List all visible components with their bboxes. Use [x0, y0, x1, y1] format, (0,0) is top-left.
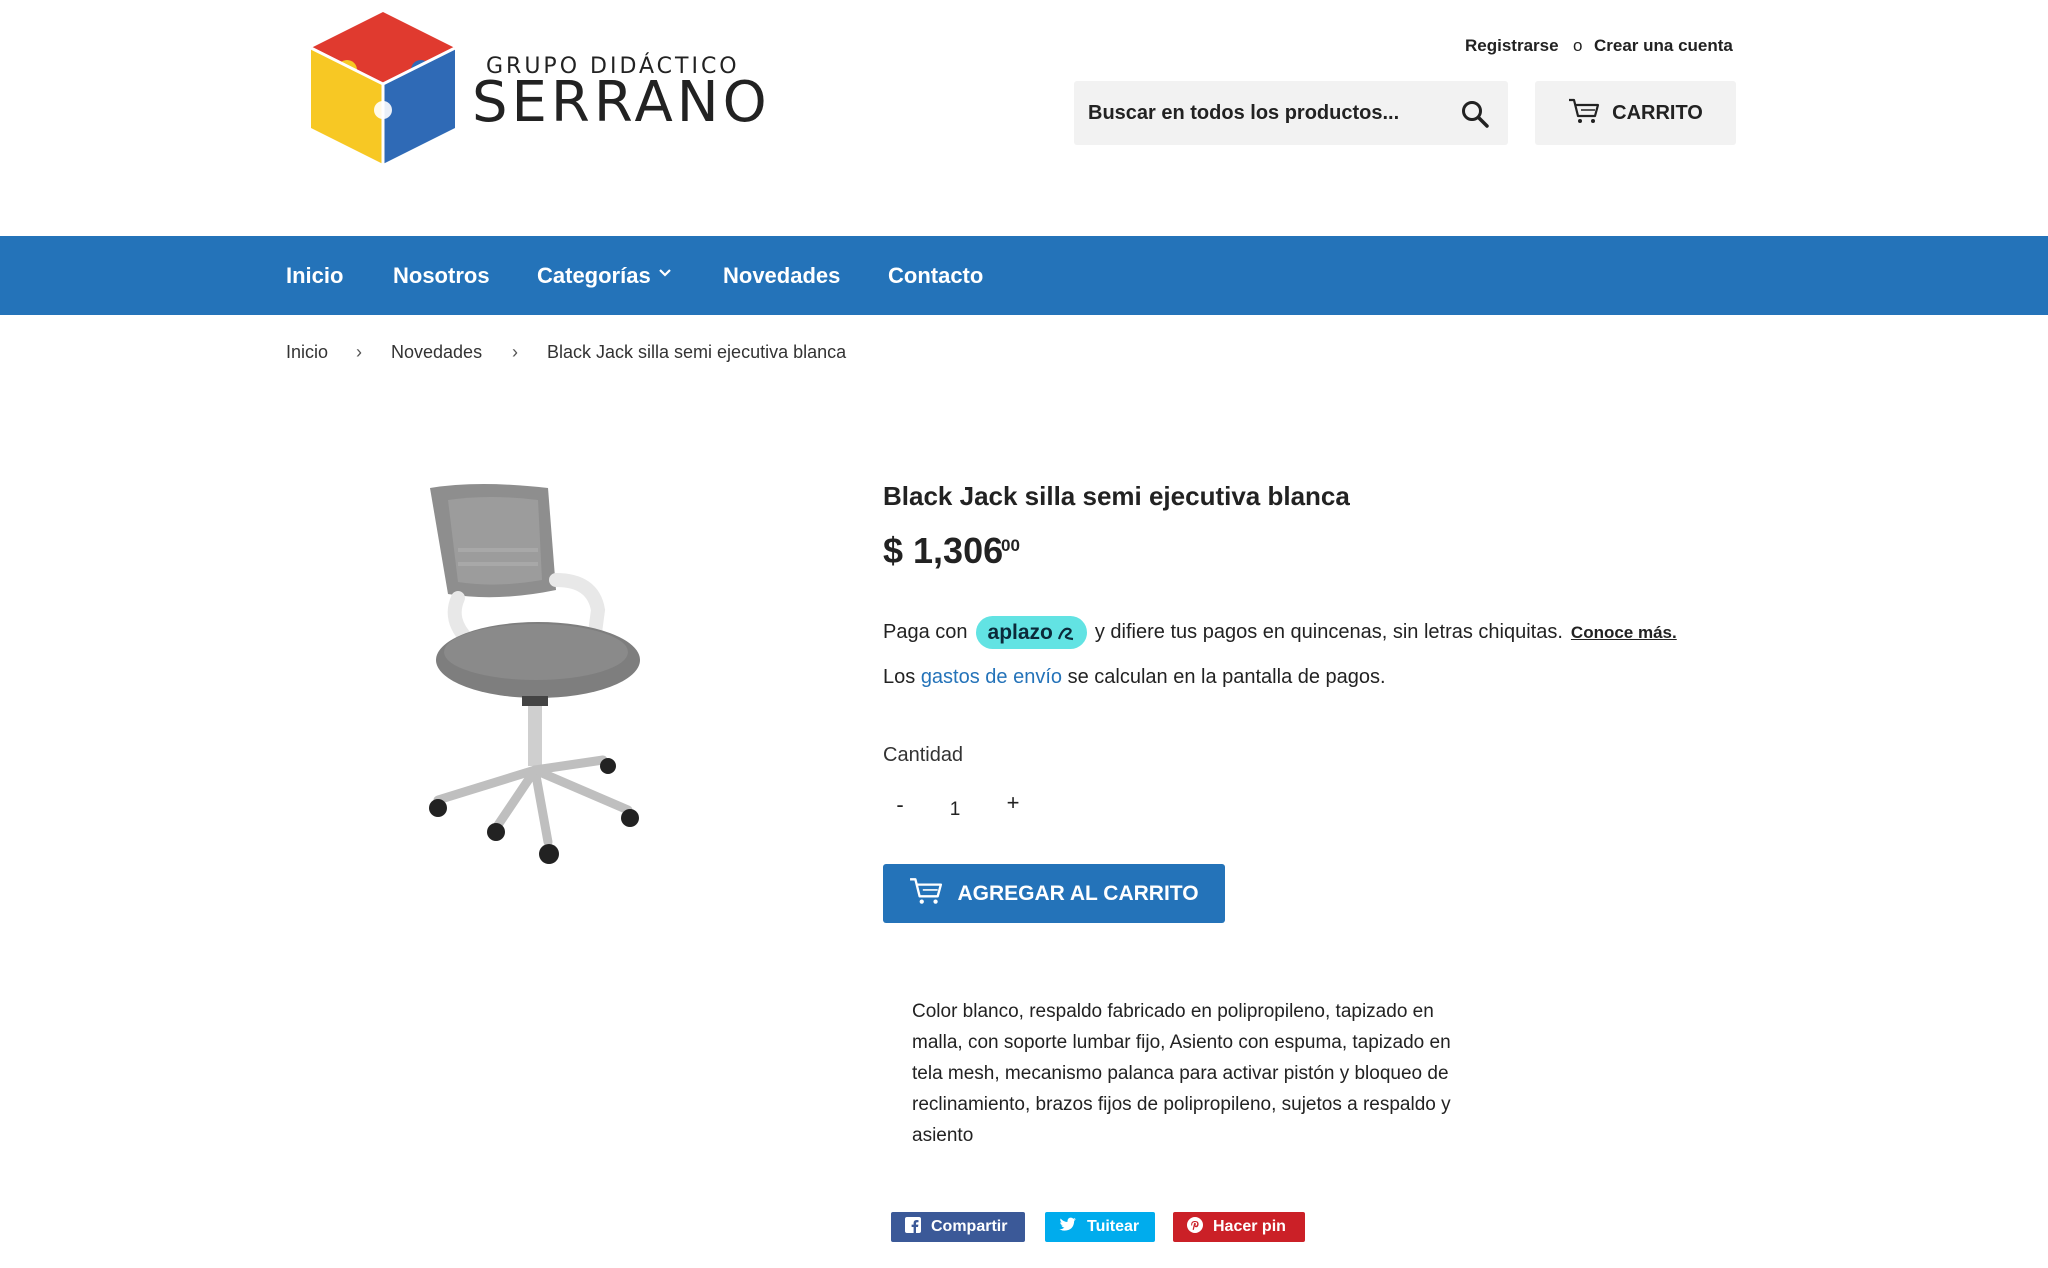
facebook-icon	[905, 1216, 921, 1238]
quantity-decrease-button[interactable]: -	[890, 792, 910, 818]
cart-icon	[909, 877, 943, 910]
aplazo-prefix: Paga con	[883, 621, 968, 643]
aplazo-logo-text: aplazo	[987, 620, 1053, 644]
search-input[interactable]	[1074, 81, 1444, 145]
breadcrumb-current: Black Jack silla semi ejecutiva blanca	[547, 342, 847, 362]
add-to-cart-button[interactable]: AGREGAR AL CARRITO	[883, 864, 1225, 923]
twitter-icon	[1059, 1217, 1077, 1237]
breadcrumb-inicio[interactable]: Inicio	[286, 342, 328, 363]
pinterest-icon	[1187, 1216, 1203, 1238]
nav-item-categorias[interactable]: Categorías	[537, 263, 651, 289]
chevron-down-icon[interactable]	[658, 266, 672, 285]
share-facebook-label: Compartir	[931, 1218, 1008, 1235]
quantity-increase-button[interactable]: +	[1003, 790, 1023, 816]
product-title: Black Jack silla semi ejecutiva blanca	[883, 481, 1350, 511]
breadcrumb-novedades[interactable]: Novedades	[391, 342, 482, 363]
share-pinterest-label: Hacer pin	[1213, 1218, 1286, 1235]
cart-button[interactable]: CARRITO	[1535, 81, 1736, 145]
or-separator: o	[1573, 36, 1583, 55]
aplazo-more-link[interactable]: Conoce más.	[1571, 623, 1677, 643]
shipping-link[interactable]: gastos de envío	[921, 666, 1062, 688]
aplazo-swirl-icon	[1057, 627, 1073, 640]
share-twitter-button[interactable]: Tuitear	[1045, 1212, 1155, 1242]
product-price: $ 1,306	[883, 530, 1004, 571]
aplazo-badge: aplazo	[975, 616, 1087, 649]
share-facebook-button[interactable]: Compartir	[891, 1212, 1025, 1242]
add-to-cart-label: AGREGAR AL CARRITO	[957, 881, 1199, 905]
register-link[interactable]: Registrarse	[1465, 36, 1559, 56]
breadcrumb-separator-icon: ›	[512, 342, 518, 362]
share-pinterest-button[interactable]: Hacer pin	[1173, 1212, 1305, 1242]
shipping-prefix: Los	[883, 666, 916, 688]
logo-title: SERRANO	[472, 70, 771, 135]
search-icon[interactable]	[1460, 99, 1490, 129]
share-twitter-label: Tuitear	[1087, 1218, 1140, 1235]
nav-item-novedades[interactable]: Novedades	[723, 263, 840, 289]
nav-item-inicio[interactable]: Inicio	[286, 263, 343, 289]
quantity-label: Cantidad	[883, 744, 964, 766]
create-account-link[interactable]: Crear una cuenta	[1594, 36, 1733, 56]
cart-label: CARRITO	[1612, 101, 1703, 124]
product-price-cents: 00	[1001, 536, 1020, 555]
cart-icon	[1568, 98, 1600, 129]
aplazo-promo: Paga con aplazo y difiere tus pagos en q…	[883, 616, 1677, 649]
nav-item-nosotros[interactable]: Nosotros	[393, 263, 490, 289]
search-bar	[1074, 81, 1508, 145]
aplazo-suffix: y difiere tus pagos en quincenas, sin le…	[1094, 621, 1563, 643]
product-description: Color blanco, respaldo fabricado en poli…	[912, 1001, 1451, 1146]
shipping-note: Los gastos de envío se calculan en la pa…	[883, 666, 1386, 689]
product-image[interactable]	[418, 480, 658, 870]
shipping-suffix: se calculan en la pantalla de pagos.	[1067, 666, 1386, 688]
breadcrumb-separator-icon: ›	[356, 342, 362, 362]
nav-item-contacto[interactable]: Contacto	[888, 263, 983, 289]
quantity-input[interactable]	[925, 795, 985, 825]
